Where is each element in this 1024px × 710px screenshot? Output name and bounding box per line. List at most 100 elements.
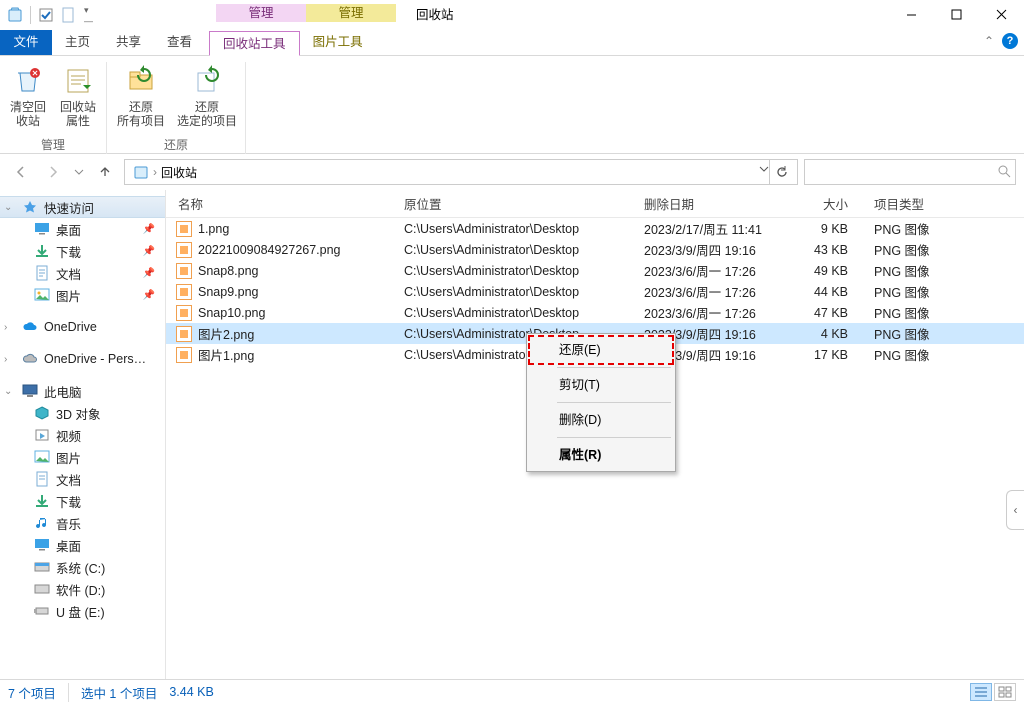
nav-quick-item[interactable]: 下载📌 — [0, 240, 165, 262]
file-location: C:\Users\Administrator\Desktop — [392, 264, 632, 278]
col-date[interactable]: 删除日期 — [632, 194, 790, 213]
file-type: PNG 图像 — [862, 303, 1024, 322]
drive-icon — [34, 537, 50, 553]
window-title: 回收站 — [396, 0, 889, 30]
tab-file[interactable]: 文件 — [0, 30, 52, 55]
file-name: 图片2.png — [198, 324, 254, 343]
nav-pc-item[interactable]: 音乐 — [0, 512, 165, 534]
folder-icon — [34, 287, 50, 303]
navigation-pane[interactable]: ⌄ 快速访问 桌面📌下载📌文档📌图片📌 › OneDrive › OneDriv… — [0, 190, 166, 679]
status-bar: 7 个项目 选中 1 个项目 3.44 KB — [0, 679, 1024, 704]
col-type[interactable]: 项目类型 — [862, 194, 1024, 213]
ctx-cut[interactable]: 剪切(T) — [529, 371, 673, 399]
refresh-button[interactable] — [769, 160, 793, 184]
context-tab-picture-label: 管理 — [306, 4, 396, 22]
file-location: C:\Users\Administrator\Desktop — [392, 243, 632, 257]
search-input[interactable] — [805, 160, 1015, 184]
side-panel-toggle[interactable]: ‹ — [1006, 490, 1024, 530]
back-button[interactable] — [8, 159, 34, 185]
table-row[interactable]: Snap8.pngC:\Users\Administrator\Desktop2… — [166, 260, 1024, 281]
table-row[interactable]: 1.pngC:\Users\Administrator\Desktop2023/… — [166, 218, 1024, 239]
breadcrumb-recycle-bin[interactable]: 回收站 — [157, 164, 201, 181]
nav-item-label: 文档 — [56, 264, 81, 283]
nav-item-label: 软件 (D:) — [56, 580, 105, 599]
tab-recycle-bin-tools[interactable]: 回收站工具 — [209, 31, 300, 56]
ctx-delete[interactable]: 删除(D) — [529, 406, 673, 434]
recent-locations-button[interactable] — [72, 159, 86, 185]
nav-item-label: 音乐 — [56, 514, 81, 533]
col-name[interactable]: 名称 — [166, 194, 392, 213]
tab-home[interactable]: 主页 — [52, 30, 103, 55]
column-headers[interactable]: 名称 原位置 删除日期 大小 项目类型 — [166, 190, 1024, 218]
qat-dropdown-icon[interactable]: ▾― — [81, 5, 96, 26]
search-icon[interactable] — [997, 164, 1011, 178]
table-row[interactable]: 20221009084927267.png C:\Users\Administra… — [166, 239, 1024, 260]
forward-button[interactable] — [40, 159, 66, 185]
tab-share[interactable]: 共享 — [103, 30, 154, 55]
file-name: 20221009084927267.png — [198, 243, 341, 257]
nav-item-label: 3D 对象 — [56, 404, 100, 423]
maximize-button[interactable] — [934, 0, 979, 28]
tab-picture-tools[interactable]: 图片工具 — [300, 30, 376, 55]
nav-onedrive-personal[interactable]: › OneDrive - Pers… — [0, 348, 165, 370]
expand-icon[interactable]: ⌄ — [4, 202, 16, 213]
recycle-bin-properties-button[interactable]: 回收站 属性 — [56, 62, 100, 136]
checkbox-checked-icon[interactable] — [37, 6, 55, 24]
nav-pc-item[interactable]: 图片 — [0, 446, 165, 468]
bin-properties-icon — [62, 64, 94, 96]
nav-pc-item[interactable]: 软件 (D:) — [0, 578, 165, 600]
up-button[interactable] — [92, 159, 118, 185]
help-icon[interactable]: ? — [1002, 33, 1018, 49]
drive-icon — [34, 471, 50, 487]
expand-icon[interactable]: ⌄ — [4, 386, 16, 397]
nav-pc-item[interactable]: 视频 — [0, 424, 165, 446]
minimize-button[interactable] — [889, 0, 934, 28]
restore-all-button[interactable]: 还原 所有项目 — [113, 62, 169, 136]
ctx-restore[interactable]: 还原(E) — [529, 336, 673, 364]
tab-view[interactable]: 查看 — [154, 30, 205, 55]
collapse-ribbon-icon[interactable]: ⌃ — [984, 34, 994, 48]
close-button[interactable] — [979, 0, 1024, 28]
nav-pc-item[interactable]: 文档 — [0, 468, 165, 490]
col-size[interactable]: 大小 — [790, 194, 862, 213]
table-row[interactable]: Snap9.pngC:\Users\Administrator\Desktop2… — [166, 281, 1024, 302]
document-icon[interactable] — [59, 6, 77, 24]
pc-icon — [22, 383, 38, 399]
drive-icon — [34, 559, 50, 575]
nav-quick-item[interactable]: 文档📌 — [0, 262, 165, 284]
image-file-icon — [176, 284, 192, 300]
nav-quick-item[interactable]: 图片📌 — [0, 284, 165, 306]
view-large-icons-button[interactable] — [994, 683, 1016, 701]
expand-icon[interactable]: › — [4, 322, 16, 333]
drive-icon — [34, 603, 50, 619]
expand-icon[interactable]: › — [4, 354, 16, 365]
nav-pc-item[interactable]: 下载 — [0, 490, 165, 512]
nav-pc-item[interactable]: 3D 对象 — [0, 402, 165, 424]
ctx-properties[interactable]: 属性(R) — [529, 441, 673, 469]
col-location[interactable]: 原位置 — [392, 194, 632, 213]
address-bar[interactable]: › 回收站 — [124, 159, 798, 185]
address-dropdown-icon[interactable] — [759, 164, 769, 174]
file-name: Snap8.png — [198, 264, 258, 278]
nav-quick-access[interactable]: ⌄ 快速访问 — [0, 196, 165, 218]
nav-pc-item[interactable]: 桌面 — [0, 534, 165, 556]
restore-selected-button[interactable]: 还原 选定的项目 — [175, 62, 239, 136]
table-row[interactable]: Snap10.pngC:\Users\Administrator\Desktop… — [166, 302, 1024, 323]
view-details-button[interactable] — [970, 683, 992, 701]
nav-this-pc[interactable]: ⌄ 此电脑 — [0, 380, 165, 402]
nav-item-label: 文档 — [56, 470, 81, 489]
file-name: 1.png — [198, 222, 229, 236]
nav-pc-item[interactable]: 系统 (C:) — [0, 556, 165, 578]
empty-recycle-bin-button[interactable]: 清空回 收站 — [6, 62, 50, 136]
image-file-icon — [176, 305, 192, 321]
folder-icon — [34, 243, 50, 259]
nav-onedrive[interactable]: › OneDrive — [0, 316, 165, 338]
nav-pc-item[interactable]: U 盘 (E:) — [0, 600, 165, 622]
ctx-separator — [557, 367, 671, 368]
file-type: PNG 图像 — [862, 345, 1024, 364]
pin-icon: 📌 — [143, 224, 155, 235]
window-controls — [889, 0, 1024, 30]
search-box[interactable] — [804, 159, 1016, 185]
nav-quick-item[interactable]: 桌面📌 — [0, 218, 165, 240]
navigation-row: › 回收站 — [0, 154, 1024, 190]
